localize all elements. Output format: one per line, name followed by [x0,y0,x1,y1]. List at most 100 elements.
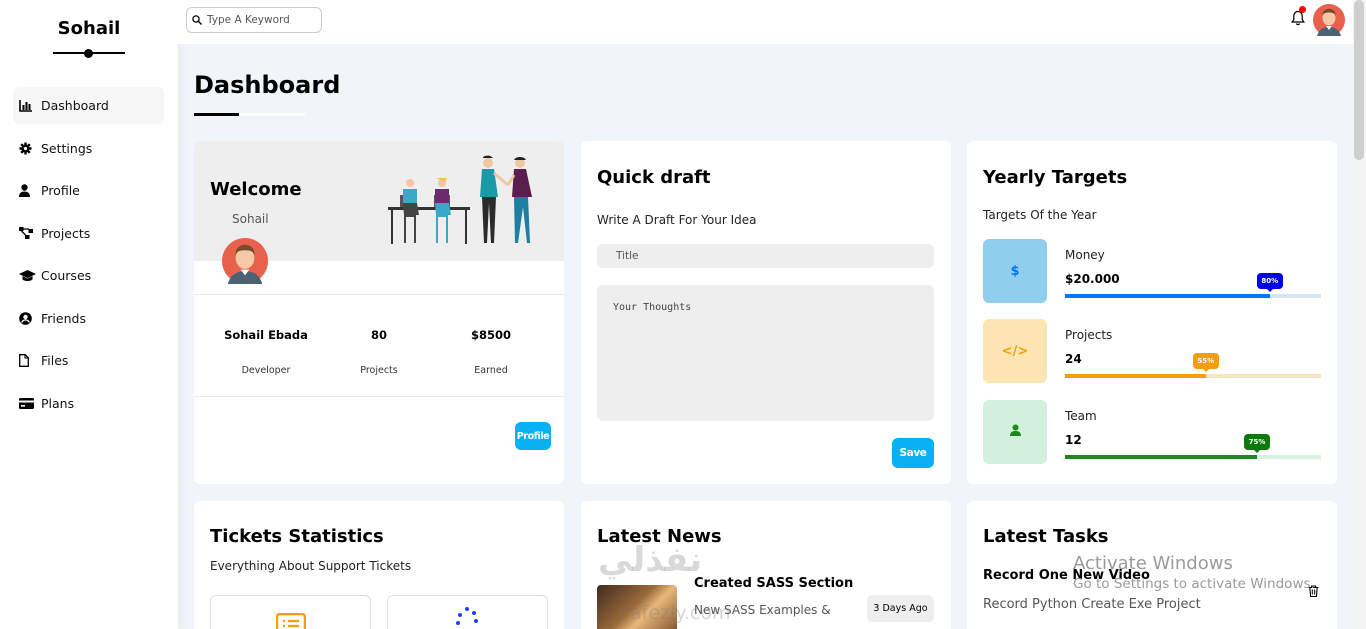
target-progress-fill [1065,455,1257,459]
target-percent-tooltip: 80% [1256,273,1283,292]
news-title[interactable]: Created SASS Section [694,576,853,591]
activate-title: Activate Windows [1073,553,1233,574]
stat-value: $8500 [470,328,511,342]
welcome-title: Welcome [210,179,302,200]
list-icon [275,612,307,629]
scrollbar-thumb[interactable] [1354,0,1364,160]
stat-developer: Sohail Ebada Developer [211,328,321,376]
quick-draft-card: Quick draft Write A Draft For Your Idea … [581,141,951,484]
watermark-arabic: نفذلي [598,540,703,580]
graduation-cap-icon [19,269,41,282]
stat-label: Projects [360,365,398,376]
title-underline-accent [194,113,239,116]
sidebar-nav: Dashboard Settings Profile Projects Cour… [13,87,164,427]
stat-label: Earned [474,365,508,376]
avatar [222,238,268,288]
draft-thoughts-textarea[interactable]: Your Thoughts [597,285,934,421]
target-value: 12 [1065,433,1082,447]
sidebar-item-courses[interactable]: Courses [13,257,164,294]
diagram-icon [19,227,41,239]
card-subtitle: Everything About Support Tickets [210,559,412,573]
divider [194,294,564,295]
sidebar-item-settings[interactable]: Settings [13,130,164,167]
stat-earned: $8500 Earned [436,328,546,376]
target-icon-box [983,400,1047,464]
target-name: Projects [1065,328,1113,342]
stat-value: Sohail Ebada [224,328,308,342]
chart-bar-icon [19,99,41,112]
page-title: Dashboard [194,71,341,99]
credit-card-icon [19,397,41,409]
card-title: Quick draft [597,167,711,188]
target-percent-tooltip: 55% [1192,353,1219,372]
card-subtitle: Write A Draft For Your Idea [597,213,757,227]
save-button[interactable]: Save [892,438,934,468]
target-progress-fill [1065,294,1270,298]
target-progress-track: 55% [1065,353,1321,378]
stat-projects: 80 Projects [324,328,434,376]
code-icon: </> [1001,343,1029,359]
user-circle-icon [19,311,41,325]
notification-dot [1299,6,1306,13]
target-name: Team [1065,409,1097,423]
sidebar-item-label: Courses [41,268,92,283]
team-illustration [386,155,548,251]
sidebar-item-label: Files [41,353,69,368]
activate-windows-notice: Activate Windows Go to Settings to activ… [1073,553,1315,592]
sidebar-item-label: Profile [41,183,80,198]
stat-value: 80 [370,328,387,342]
card-title: Yearly Targets [983,167,1128,188]
brand-dot [84,49,93,58]
avatar[interactable] [1313,4,1345,40]
card-title: Tickets Statistics [210,526,384,547]
user-icon [1009,424,1021,440]
welcome-name: Sohail [232,212,269,226]
target-value: 24 [1065,352,1082,366]
stat-label: Developer [241,365,291,376]
sidebar-item-dashboard[interactable]: Dashboard [13,87,164,124]
profile-button[interactable]: Profile [515,422,551,450]
activate-subtitle: Go to Settings to activate Windows. [1073,576,1315,592]
sidebar-item-plans[interactable]: Plans [13,385,164,422]
divider [194,396,564,397]
target-percent-tooltip: 75% [1244,434,1270,453]
top-header: Type A Keyword [178,0,1353,44]
sidebar-item-label: Projects [41,225,91,241]
search-icon [192,15,202,25]
sidebar-item-projects[interactable]: Projects [13,215,164,252]
task-description: Record Python Create Exe Project [983,597,1201,612]
sidebar-item-label: Plans [41,395,75,411]
draft-title-input[interactable]: Title [597,244,934,268]
spinner-icon [452,606,482,629]
sidebar-item-files[interactable]: Files [13,342,164,379]
sidebar-item-label: Dashboard [41,98,109,113]
user-icon [19,184,41,197]
target-icon-box: $ [983,239,1047,303]
sidebar-item-label: Settings [41,140,93,156]
brand-name: Sohail [57,18,121,39]
sidebar: Sohail Dashboard Settings Profile Projec [0,0,178,629]
sidebar-item-label: Friends [41,310,86,326]
card-title: Latest Tasks [983,526,1109,547]
bell-icon[interactable] [1291,10,1305,30]
target-progress-fill [1065,374,1206,378]
card-subtitle: Targets Of the Year [983,208,1097,222]
ticket-stat-box [210,595,371,629]
watermark-url: nafezly.com [618,602,731,624]
target-icon-box: </> [983,319,1047,383]
dollar-icon: $ [1010,263,1020,279]
gear-icon [19,142,41,155]
welcome-card: Welcome Sohail Sohail Ebada Developer 80… [194,141,564,484]
yearly-targets-card: Yearly Targets Targets Of the Year $ Mone… [967,141,1337,484]
sidebar-item-profile[interactable]: Profile [13,172,164,209]
ticket-stat-box [387,595,548,629]
search-input[interactable]: Type A Keyword [186,7,322,33]
target-value: $20.000 [1065,272,1120,286]
file-icon [19,354,41,367]
search-placeholder: Type A Keyword [207,14,290,26]
sidebar-item-friends[interactable]: Friends [13,300,164,337]
tickets-statistics-card: Tickets Statistics Everything About Supp… [194,501,564,629]
news-date-badge: 3 Days Ago [867,595,934,622]
target-name: Money [1065,248,1105,262]
target-progress-track: 80% [1065,273,1321,298]
